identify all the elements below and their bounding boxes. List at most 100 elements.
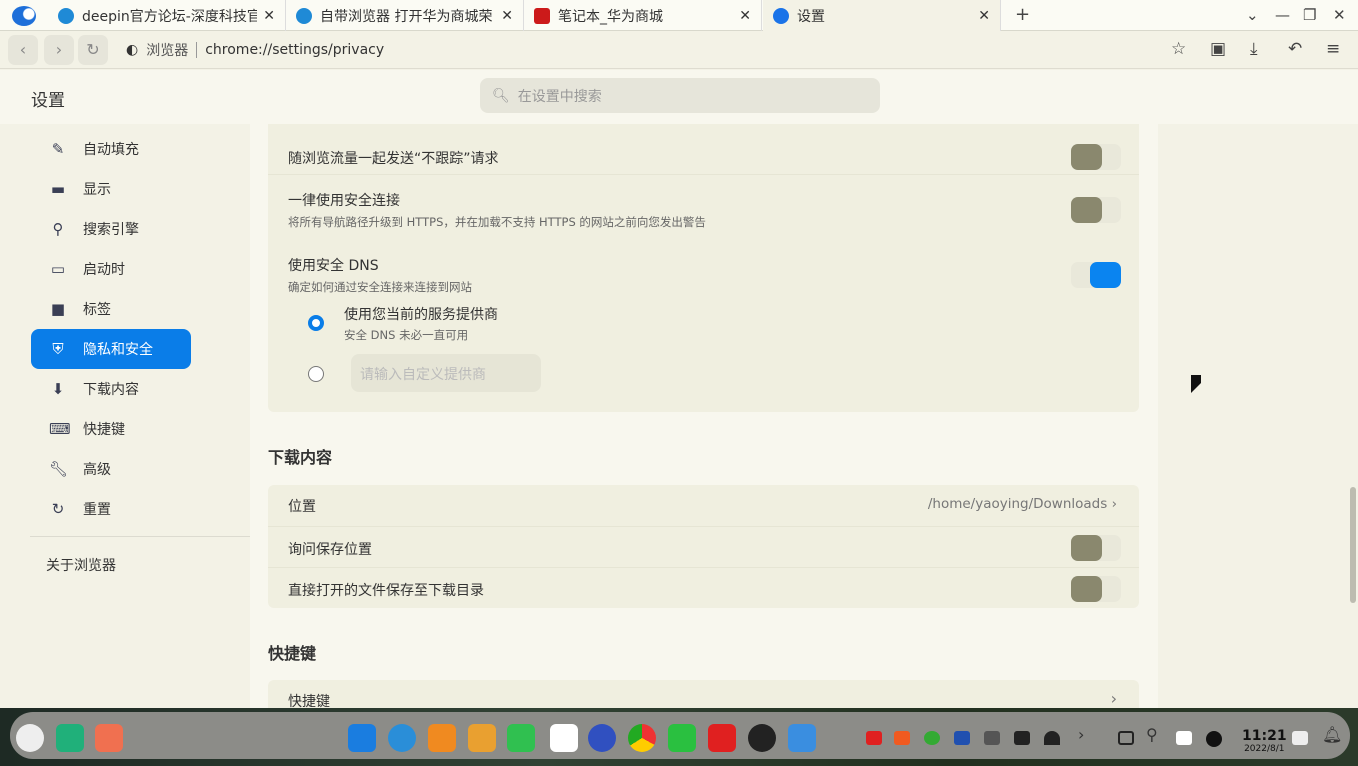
sidebar-item-shortcuts[interactable]: ⌨快捷键: [31, 409, 191, 449]
sidebar-item-on-startup[interactable]: ▭启动时: [31, 249, 191, 289]
divider: [268, 567, 1139, 568]
minimize-button[interactable]: —: [1275, 6, 1290, 24]
sidebar-item-label: 标签: [83, 299, 111, 319]
close-icon[interactable]: ✕: [263, 8, 275, 24]
huawei-icon: [534, 8, 550, 24]
sidebar-item-tabs[interactable]: ■标签: [31, 289, 191, 329]
dns-current-provider-radio[interactable]: [308, 315, 324, 331]
chevron-right-icon: ›: [1111, 689, 1117, 708]
location-label: 位置: [288, 496, 316, 516]
workspace-icon[interactable]: [95, 724, 123, 752]
multitask-icon[interactable]: [56, 724, 84, 752]
trash-icon[interactable]: [1292, 731, 1308, 745]
reload-button[interactable]: ↻: [78, 35, 108, 65]
tab-deepin-forum[interactable]: deepin官方论坛-深度科技官 ✕: [48, 0, 286, 31]
close-icon[interactable]: ✕: [501, 8, 513, 24]
notification-bell-icon[interactable]: 🔔︎: [1322, 725, 1342, 744]
shortcuts-card[interactable]: 快捷键 ›: [268, 680, 1139, 708]
taskbar: › ⚲ 11:212022/8/1 🔔︎: [0, 708, 1358, 766]
search-placeholder: 在设置中搜索: [518, 86, 602, 106]
custom-provider-input[interactable]: 请输入自定义提供商: [351, 354, 541, 392]
netease-music-icon[interactable]: [708, 724, 736, 752]
settings-app-icon[interactable]: [588, 724, 616, 752]
bookmark-star-icon[interactable]: ☆: [1171, 39, 1186, 59]
volume-icon[interactable]: [1014, 731, 1030, 745]
sidebar-item-privacy[interactable]: ⛨隐私和安全: [31, 329, 191, 369]
sidebar-item-downloads[interactable]: ⬇下载内容: [31, 369, 191, 409]
sidebar-item-label: 启动时: [83, 259, 125, 279]
clock[interactable]: 11:212022/8/1: [1242, 728, 1287, 754]
tray-expand-icon[interactable]: ›: [1078, 725, 1084, 744]
music-icon[interactable]: [507, 724, 535, 752]
forward-button[interactable]: ›: [44, 35, 74, 65]
app-store-icon[interactable]: [348, 724, 376, 752]
sidebar-item-appearance[interactable]: ▬显示: [31, 169, 191, 209]
gear-icon: [773, 8, 789, 24]
download-icon[interactable]: ⤓: [1250, 39, 1258, 59]
shop-icon[interactable]: [428, 724, 456, 752]
tab-browser-huawei[interactable]: 自带浏览器 打开华为商城荣✕: [286, 0, 524, 31]
screenshot-icon[interactable]: [1118, 731, 1134, 745]
chrome-icon[interactable]: [628, 724, 656, 752]
sidebar-item-advanced[interactable]: 🔧︎高级: [31, 449, 191, 489]
browser-app-icon[interactable]: [388, 724, 416, 752]
dns-toggle[interactable]: [1071, 262, 1121, 288]
scrollbar[interactable]: [1350, 487, 1356, 603]
launcher-icon[interactable]: [16, 724, 44, 752]
open-direct-toggle[interactable]: [1071, 576, 1121, 602]
search-icon[interactable]: ⚲: [1146, 725, 1158, 744]
divider: [268, 174, 1139, 175]
tray-wechat-icon[interactable]: [924, 731, 940, 745]
undo-icon[interactable]: ↶: [1288, 39, 1302, 59]
sidebar-item-label: 搜索引擎: [83, 219, 139, 239]
tab-settings[interactable]: 设置✕: [763, 0, 1001, 31]
tab-title: deepin官方论坛-深度科技官: [82, 6, 257, 26]
file-manager-icon[interactable]: [788, 724, 816, 752]
new-tab-button[interactable]: +: [1015, 4, 1030, 25]
qq-icon[interactable]: [748, 724, 776, 752]
url-text[interactable]: chrome://settings/privacy: [205, 42, 384, 58]
dnt-label: 随浏览流量一起发送“不跟踪”请求: [288, 148, 499, 168]
tray-player-icon[interactable]: [954, 731, 970, 745]
wechat-icon[interactable]: [668, 724, 696, 752]
calendar-icon[interactable]: [550, 724, 578, 752]
sidebar-item-label: 显示: [83, 179, 111, 199]
sidebar-item-label: 高级: [83, 459, 111, 479]
wifi-icon[interactable]: [1044, 731, 1060, 745]
dnt-toggle[interactable]: [1071, 144, 1121, 170]
shield-icon: ⛨: [49, 340, 67, 358]
divider: [268, 526, 1139, 527]
tab-bar: deepin官方论坛-深度科技官 ✕ 自带浏览器 打开华为商城荣✕ 笔记本_华为商…: [0, 0, 1358, 31]
search-icon: 🔍︎: [492, 88, 510, 104]
location-value-button[interactable]: /home/yaoying/Downloads ›: [928, 496, 1117, 512]
dns-custom-provider-radio[interactable]: [308, 366, 324, 382]
input-method-icon[interactable]: [1176, 731, 1192, 745]
back-button[interactable]: ‹: [8, 35, 38, 65]
search-input[interactable]: 🔍︎ 在设置中搜索: [480, 78, 880, 113]
keyboard-icon[interactable]: [984, 731, 1000, 745]
https-label: 一律使用安全连接: [288, 190, 706, 210]
sidebar-item-autofill[interactable]: ✎自动填充: [31, 129, 191, 169]
https-toggle[interactable]: [1071, 197, 1121, 223]
close-window-button[interactable]: ✕: [1333, 6, 1346, 24]
sidebar-item-reset[interactable]: ↻重置: [31, 489, 191, 529]
power-icon[interactable]: [1206, 731, 1222, 747]
address-bar[interactable]: ◐ 浏览器 chrome://settings/privacy: [126, 40, 384, 60]
sidebar-item-about[interactable]: 关于浏览器: [46, 555, 116, 575]
site-info-icon[interactable]: ◐: [126, 42, 138, 58]
maximize-button[interactable]: ❐: [1303, 6, 1316, 24]
location-value: /home/yaoying/Downloads: [928, 496, 1107, 512]
tray-app-icon[interactable]: [894, 731, 910, 745]
clock-time: 11:21: [1242, 728, 1287, 744]
tray-netease-icon[interactable]: [866, 731, 882, 745]
close-icon[interactable]: ✕: [978, 8, 990, 24]
image-viewer-icon[interactable]: [468, 724, 496, 752]
ask-location-toggle[interactable]: [1071, 535, 1121, 561]
collections-icon[interactable]: ▣: [1210, 39, 1226, 59]
tab-list-chevron-icon[interactable]: ⌄: [1246, 6, 1259, 24]
sidebar-item-search-engine[interactable]: ⚲搜索引擎: [31, 209, 191, 249]
close-icon[interactable]: ✕: [739, 8, 751, 24]
tab-huawei-notebook[interactable]: 笔记本_华为商城✕: [524, 0, 762, 31]
menu-icon[interactable]: ≡: [1326, 39, 1340, 59]
dns-label: 使用安全 DNS: [288, 255, 472, 275]
